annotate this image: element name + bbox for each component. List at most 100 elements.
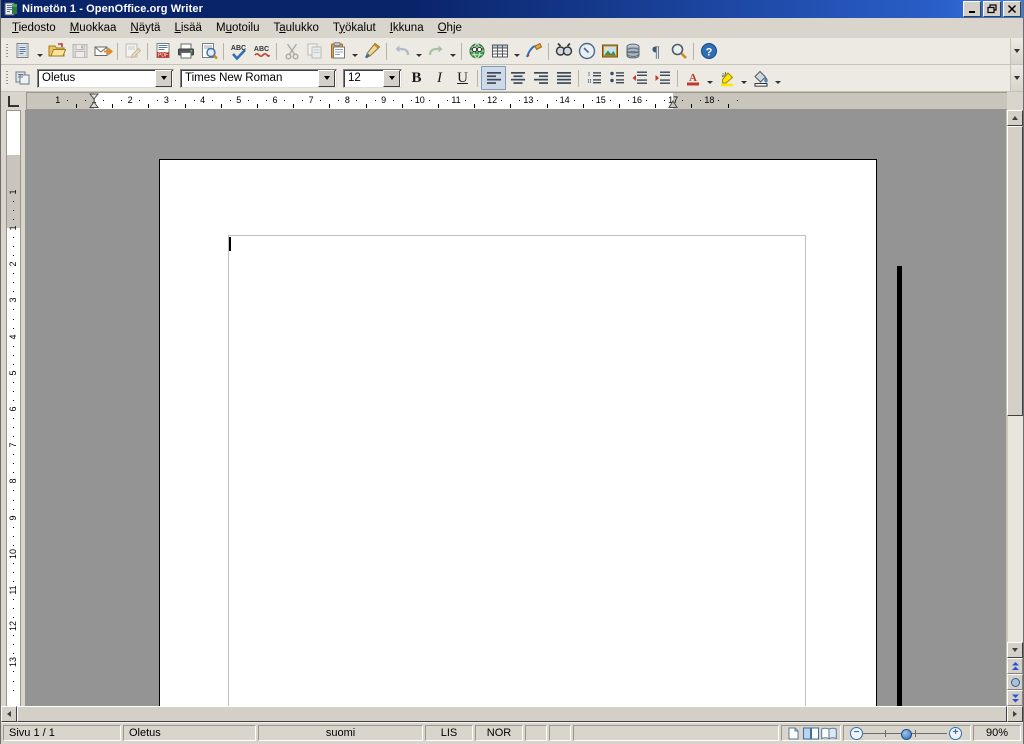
print-preview-icon[interactable] <box>197 40 220 62</box>
justified-icon[interactable] <box>552 67 575 89</box>
vertical-scrollbar-track[interactable] <box>1007 416 1023 642</box>
multiple-page-view-icon[interactable] <box>803 726 819 740</box>
status-zoom-value[interactable]: 90% <box>973 725 1021 741</box>
status-selection-mode[interactable]: NOR <box>475 725 523 741</box>
vertical-scrollbar[interactable] <box>1006 110 1023 706</box>
export-pdf-icon[interactable]: PDF <box>151 40 174 62</box>
help-icon[interactable]: ? <box>697 40 720 62</box>
right-indent-marker[interactable] <box>668 93 678 109</box>
zoom-in-button[interactable]: + <box>949 726 962 740</box>
status-page-style[interactable]: Oletus <box>123 725 256 741</box>
toolbar-grip[interactable] <box>2 41 11 61</box>
menu-lisaa[interactable]: Lisää <box>167 20 209 36</box>
paragraph-style-dropdown-arrow[interactable] <box>155 69 172 87</box>
email-document-icon[interactable] <box>91 40 114 62</box>
scroll-right-button[interactable] <box>1007 706 1023 722</box>
background-color-dropdown[interactable] <box>772 67 783 89</box>
scroll-up-button[interactable] <box>1007 110 1023 126</box>
restore-button[interactable] <box>983 1 1001 17</box>
font-name-combo[interactable]: Times New Roman <box>180 68 337 88</box>
horizontal-ruler[interactable]: 1 1 2 3 4 5 6 7 8 9 10 11 12 13 14 15 16 17 18 <box>26 92 1007 110</box>
align-right-icon[interactable] <box>529 67 552 89</box>
print-icon[interactable] <box>174 40 197 62</box>
status-language[interactable]: suomi <box>258 725 423 741</box>
scroll-down-button[interactable] <box>1007 642 1023 658</box>
indent-marker[interactable] <box>88 93 100 109</box>
undo-icon[interactable] <box>390 40 413 62</box>
font-color-dropdown[interactable] <box>704 67 715 89</box>
save-document-icon[interactable] <box>68 40 91 62</box>
zoom-out-button[interactable]: − <box>850 726 863 740</box>
edit-file-icon[interactable] <box>121 40 144 62</box>
italic-button[interactable]: I <box>428 67 451 89</box>
menu-tiedosto[interactable]: TTiedostoiedosto <box>5 20 63 36</box>
insert-table-icon[interactable] <box>488 40 511 62</box>
find-replace-icon[interactable] <box>552 40 575 62</box>
font-size-combo[interactable]: 12 <box>343 68 402 88</box>
font-name-dropdown-arrow[interactable] <box>318 69 335 87</box>
horizontal-scrollbar-thumb[interactable] <box>17 706 1007 722</box>
vertical-ruler[interactable]: 1 1 2 3 4 5 6 7 8 9 10 11 12 13 <box>1 110 25 706</box>
document-page[interactable] <box>159 159 877 706</box>
clone-formatting-icon[interactable] <box>360 40 383 62</box>
menu-taulukko[interactable]: Taulukko <box>266 20 325 36</box>
single-page-view-icon[interactable] <box>785 726 801 740</box>
zoom-slider-knob[interactable] <box>901 728 912 740</box>
gallery-icon[interactable] <box>598 40 621 62</box>
background-color-icon[interactable] <box>749 67 772 89</box>
menu-ohje[interactable]: Ohje <box>431 20 469 36</box>
status-document-modified[interactable] <box>525 725 547 741</box>
zoom-slider[interactable]: − + <box>843 725 971 741</box>
previous-page-button[interactable] <box>1007 658 1023 674</box>
document-canvas[interactable] <box>25 110 1006 706</box>
autospellcheck-icon[interactable]: ABC <box>250 40 273 62</box>
vertical-scrollbar-thumb[interactable] <box>1007 126 1023 416</box>
close-button[interactable] <box>1003 1 1021 17</box>
menu-muotoilu[interactable]: Muotoilu <box>209 20 267 36</box>
font-color-icon[interactable]: A <box>681 67 704 89</box>
formatting-toolbar-overflow[interactable] <box>1010 65 1023 91</box>
status-info-field[interactable] <box>573 725 779 741</box>
navigation-button[interactable] <box>1007 674 1023 690</box>
menu-tyokalut[interactable]: Työkalut <box>326 20 383 36</box>
status-insert-mode[interactable]: LIS <box>425 725 473 741</box>
horizontal-scrollbar[interactable] <box>1 706 1023 722</box>
book-view-icon[interactable] <box>821 726 837 740</box>
open-document-icon[interactable] <box>45 40 68 62</box>
highlighting-dropdown[interactable] <box>738 67 749 89</box>
bold-button[interactable]: B <box>405 67 428 89</box>
zoom-slider-track[interactable] <box>863 728 947 740</box>
status-digital-signature[interactable] <box>549 725 571 741</box>
menu-nayta[interactable]: Näytä <box>123 20 167 36</box>
show-draw-functions-icon[interactable] <box>522 40 545 62</box>
status-page-number[interactable]: Sivu 1 / 1 <box>3 725 121 741</box>
unordered-list-icon[interactable] <box>605 67 628 89</box>
cut-icon[interactable] <box>280 40 303 62</box>
undo-dropdown[interactable] <box>413 40 424 62</box>
font-size-dropdown-arrow[interactable] <box>383 69 400 87</box>
formatting-marks-icon[interactable]: ¶ <box>644 40 667 62</box>
zoom-icon[interactable] <box>667 40 690 62</box>
paste-dropdown[interactable] <box>349 40 360 62</box>
underline-button[interactable]: U <box>451 67 474 89</box>
styles-and-formatting-icon[interactable] <box>11 67 34 89</box>
redo-dropdown[interactable] <box>447 40 458 62</box>
hyperlink-icon[interactable] <box>465 40 488 62</box>
new-document-icon[interactable] <box>11 40 34 62</box>
spelling-check-icon[interactable]: ABC <box>227 40 250 62</box>
paste-icon[interactable] <box>326 40 349 62</box>
copy-icon[interactable] <box>303 40 326 62</box>
insert-table-dropdown[interactable] <box>511 40 522 62</box>
menu-ikkuna[interactable]: Ikkuna <box>383 20 431 36</box>
paragraph-style-combo[interactable]: Oletus <box>37 68 174 88</box>
standard-toolbar-overflow[interactable] <box>1010 38 1023 64</box>
highlighting-icon[interactable]: ab <box>715 67 738 89</box>
align-center-icon[interactable] <box>506 67 529 89</box>
new-document-dropdown[interactable] <box>34 40 45 62</box>
ruler-corner-button[interactable] <box>1 92 26 110</box>
menu-muokkaa[interactable]: Muokkaa <box>63 20 124 36</box>
formatting-toolbar-grip[interactable] <box>2 68 11 88</box>
next-page-button[interactable] <box>1007 690 1023 706</box>
decrease-indent-icon[interactable] <box>628 67 651 89</box>
minimize-button[interactable] <box>963 1 981 17</box>
